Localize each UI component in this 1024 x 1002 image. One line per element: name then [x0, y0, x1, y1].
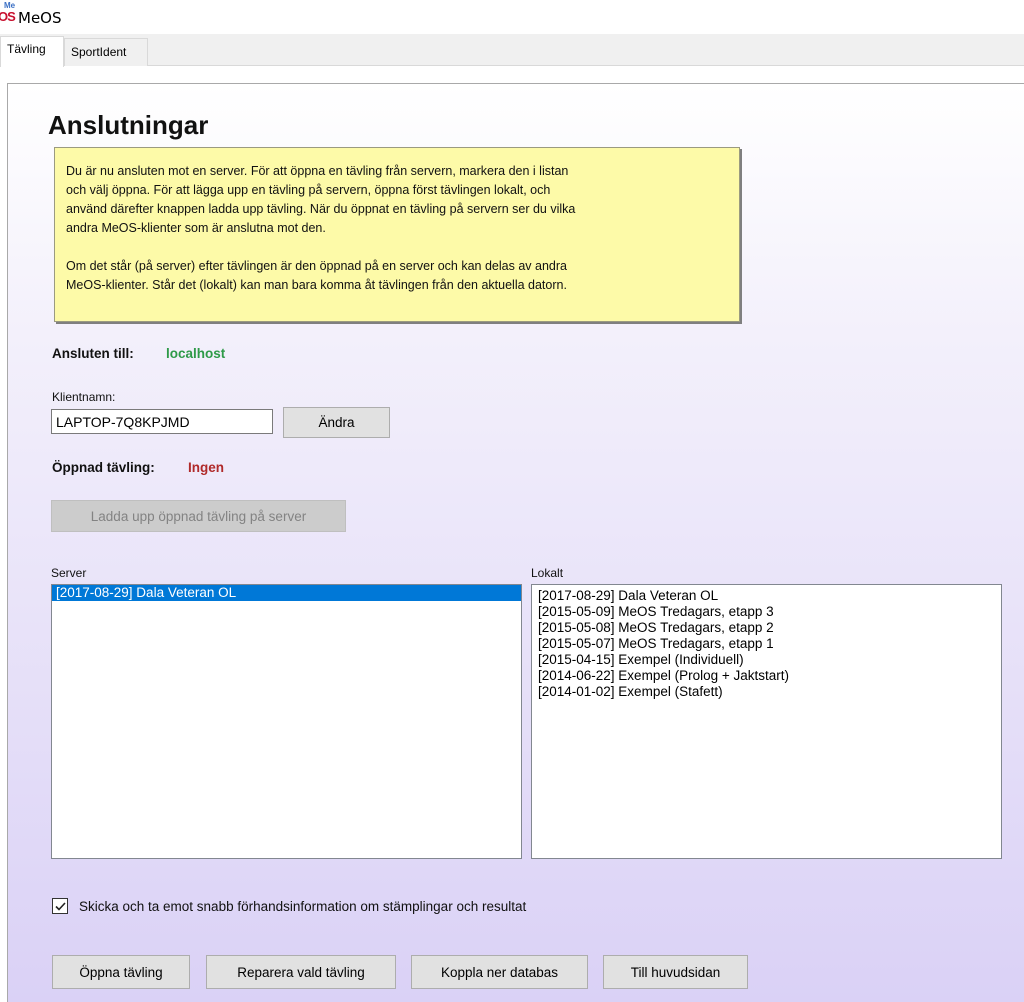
fast-info-checkbox-label[interactable]: Skicka och ta emot snabb förhandsinforma…	[79, 899, 526, 914]
tab-strip: Tävling SportIdent	[0, 34, 1024, 67]
repair-competition-button[interactable]: Reparera vald tävling	[206, 955, 396, 989]
disconnect-database-button[interactable]: Koppla ner databas	[411, 955, 588, 989]
client-name-input[interactable]	[51, 409, 273, 434]
info-line: Du är nu ansluten mot en server. För att…	[66, 164, 569, 178]
local-list[interactable]: [2017-08-29] Dala Veteran OL [2015-05-09…	[531, 584, 1002, 859]
info-line: använd därefter knappen ladda upp tävlin…	[66, 202, 576, 216]
list-item[interactable]: [2015-05-09] MeOS Tredagars, etapp 3	[534, 604, 1001, 620]
list-item[interactable]: [2015-04-15] Exempel (Individuell)	[534, 652, 1001, 668]
list-item[interactable]: [2014-01-02] Exempel (Stafett)	[534, 684, 1001, 700]
info-line: andra MeOS-klienter som är anslutna mot …	[66, 221, 326, 235]
connected-value: localhost	[166, 346, 226, 361]
list-item[interactable]: [2017-08-29] Dala Veteran OL	[534, 588, 1001, 604]
opened-label: Öppnad tävling:	[52, 460, 155, 475]
page-title: Anslutningar	[48, 110, 209, 140]
upload-button[interactable]: Ladda upp öppnad tävling på server	[51, 500, 346, 532]
info-box: Du är nu ansluten mot en server. För att…	[54, 147, 740, 322]
logo-bottom-text: OS	[0, 9, 16, 24]
list-item[interactable]: [2015-05-08] MeOS Tredagars, etapp 2	[534, 620, 1001, 636]
client-name-label: Klientnamn:	[52, 390, 116, 404]
server-list[interactable]: [2017-08-29] Dala Veteran OL	[51, 584, 522, 859]
home-button[interactable]: Till huvudsidan	[603, 955, 748, 989]
meos-logo-icon: Me OS	[0, 1, 16, 24]
info-line: MeOS-klienter. Står det (lokalt) kan man…	[66, 278, 567, 292]
list-item[interactable]: [2017-08-29] Dala Veteran OL	[52, 585, 521, 601]
local-list-label: Lokalt	[531, 566, 564, 580]
checkmark-icon	[55, 902, 66, 911]
connected-label: Ansluten till:	[52, 346, 134, 361]
tab-sportident[interactable]: SportIdent	[64, 38, 148, 66]
info-line: och välj öppna. För att lägga upp en täv…	[66, 183, 551, 197]
info-line: Om det står (på server) efter tävlingen …	[66, 259, 567, 273]
title-bar: Me OS MeOS	[0, 0, 1024, 34]
server-list-label: Server	[51, 566, 87, 580]
opened-value: Ingen	[188, 460, 224, 475]
list-item[interactable]: [2014-06-22] Exempel (Prolog + Jaktstart…	[534, 668, 1001, 684]
change-button[interactable]: Ändra	[283, 407, 390, 438]
tab-tavling[interactable]: Tävling	[0, 36, 64, 67]
list-item[interactable]: [2015-05-07] MeOS Tredagars, etapp 1	[534, 636, 1001, 652]
open-competition-button[interactable]: Öppna tävling	[52, 955, 190, 989]
fast-info-checkbox[interactable]	[52, 898, 68, 914]
window-title: MeOS	[18, 9, 62, 27]
